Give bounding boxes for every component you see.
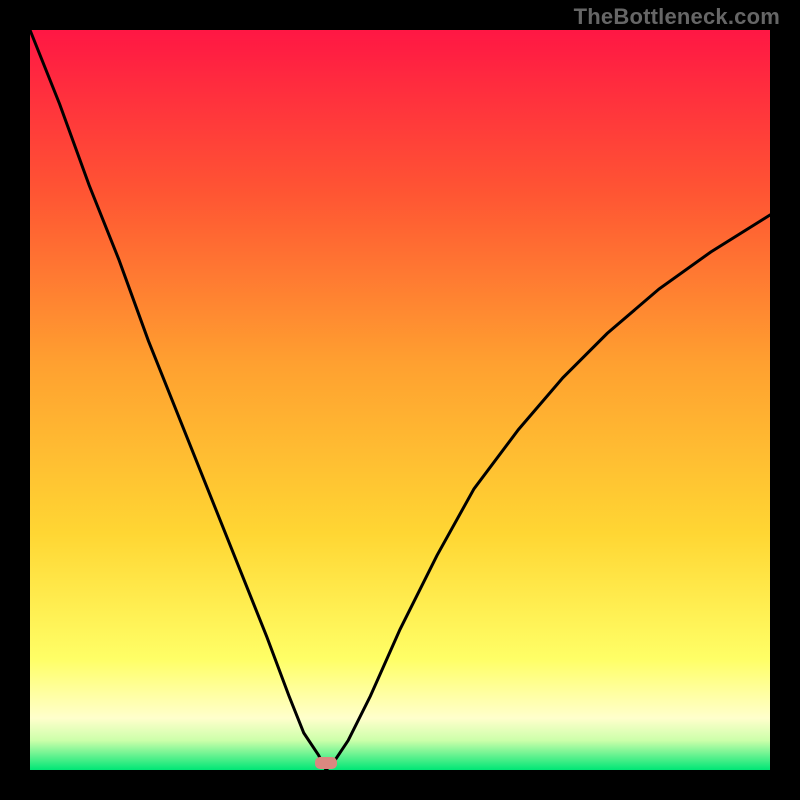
watermark-text: TheBottleneck.com: [574, 4, 780, 30]
optimum-marker: [315, 757, 337, 769]
chart-frame: TheBottleneck.com: [0, 0, 800, 800]
gradient-plot-area: [30, 30, 770, 770]
bottleneck-curve-plot: [0, 0, 800, 800]
